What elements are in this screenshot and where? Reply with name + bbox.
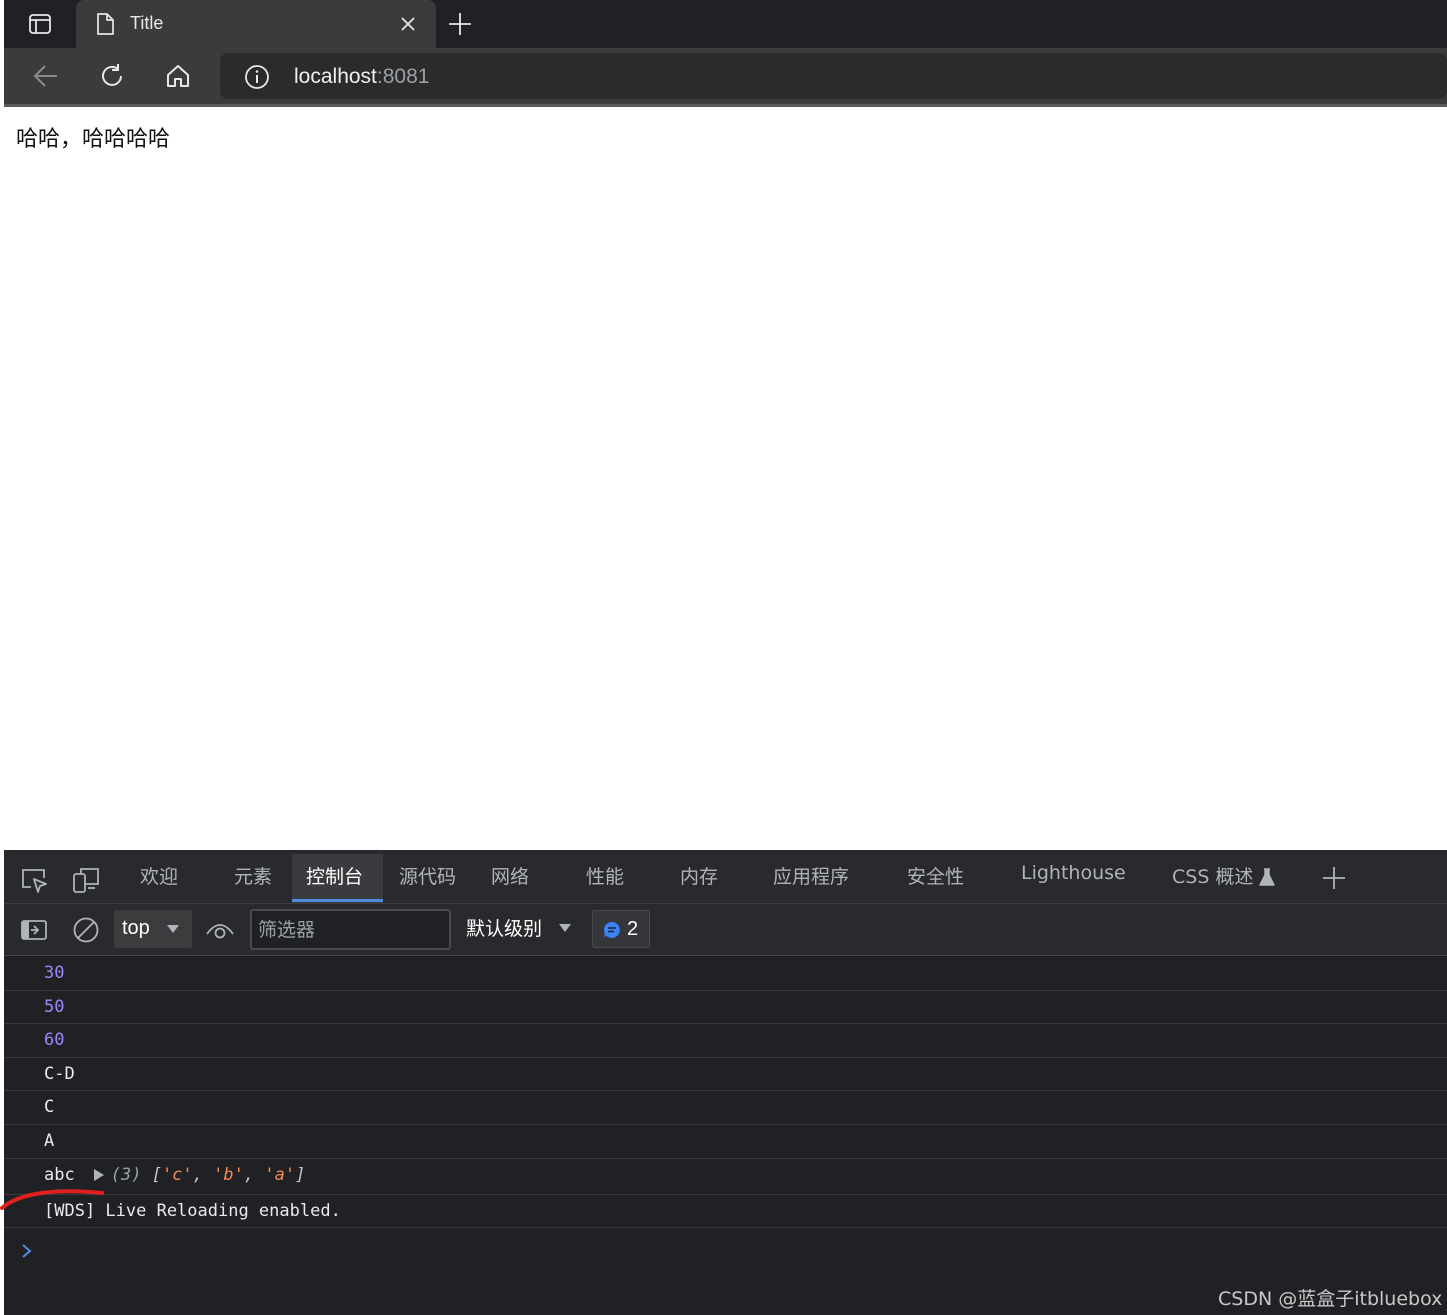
close-icon[interactable] xyxy=(398,14,418,34)
console-message: C xyxy=(4,1091,1447,1125)
devtools-panel: 欢迎 元素 控制台 源代码 网络 性能 内存 应用程序 安全性 Lighthou… xyxy=(4,850,1447,1315)
eye-icon xyxy=(206,924,234,939)
device-toggle-icon xyxy=(73,868,99,893)
console-message: [WDS] Live Reloading enabled. xyxy=(4,1195,1447,1229)
address-bar: localhost:8081 xyxy=(4,48,1447,104)
console-message: C-D xyxy=(4,1058,1447,1092)
browser-tab[interactable]: Title xyxy=(76,0,436,48)
dropdown-arrow-icon xyxy=(559,924,571,932)
clear-console-button[interactable] xyxy=(70,914,102,946)
new-tab-icon[interactable] xyxy=(446,10,474,38)
url-host: localhost xyxy=(294,65,377,88)
page-body-text: 哈哈，哈哈哈哈 xyxy=(16,127,171,152)
device-toolbar-button[interactable] xyxy=(70,864,102,896)
sidebar-toggle-icon xyxy=(21,920,47,940)
issues-counter-button[interactable]: 2 xyxy=(592,910,650,948)
tab-lighthouse[interactable]: Lighthouse xyxy=(1021,862,1126,884)
url-port: :8081 xyxy=(376,65,430,88)
array-length: (3) xyxy=(110,1164,142,1185)
chrome-divider xyxy=(4,104,1447,107)
back-button[interactable] xyxy=(30,60,62,92)
tab-sources[interactable]: 源代码 xyxy=(399,862,456,889)
log-level-selector[interactable]: 默认级别 xyxy=(466,914,571,946)
tab-console[interactable]: 控制台 xyxy=(306,862,363,889)
console-message: 30 xyxy=(4,957,1447,991)
console-sidebar-button[interactable] xyxy=(18,914,50,946)
tab-strip: Title xyxy=(4,0,1447,48)
array-item: 'c' xyxy=(161,1164,193,1185)
tab-title: Title xyxy=(130,13,164,33)
context-selector[interactable]: top xyxy=(114,910,192,948)
tab-application[interactable]: 应用程序 xyxy=(773,862,849,889)
inspect-element-button[interactable] xyxy=(18,864,50,896)
filter-input[interactable] xyxy=(250,909,451,950)
log-level-value: 默认级别 xyxy=(466,918,543,940)
array-item: 'a' xyxy=(264,1164,296,1185)
experiment-flask-icon xyxy=(1259,868,1275,886)
tab-elements[interactable]: 元素 xyxy=(234,862,272,889)
issues-count: 2 xyxy=(627,918,639,940)
context-value: top xyxy=(122,917,150,939)
inspect-icon xyxy=(22,869,47,893)
tab-security[interactable]: 安全性 xyxy=(907,862,964,889)
clear-console-icon xyxy=(73,917,99,943)
tab-css-overview[interactable]: CSS 概述 xyxy=(1172,862,1253,889)
console-prompt-chevron-icon[interactable] xyxy=(20,1243,34,1259)
red-underline-annotation xyxy=(0,1189,104,1210)
tab-memory[interactable]: 内存 xyxy=(680,862,718,889)
array-preview[interactable]: (3) ['c', 'b', 'a'] xyxy=(111,1165,306,1185)
tab-actions-button[interactable] xyxy=(20,8,60,40)
tab-actions-icon xyxy=(29,14,51,34)
document-icon xyxy=(97,13,114,35)
console-message: 50 xyxy=(4,991,1447,1025)
home-icon xyxy=(167,65,189,87)
console-message-array: abc (3) ['c', 'b', 'a'] xyxy=(4,1159,1447,1195)
watermark: CSDN @蓝盒子itbluebox xyxy=(1218,1288,1443,1310)
console-toolbar: top 默认级别 2 xyxy=(4,904,1447,956)
console-message: 60 xyxy=(4,1024,1447,1058)
refresh-icon xyxy=(102,64,122,86)
live-expression-button[interactable] xyxy=(204,916,236,944)
back-arrow-icon xyxy=(33,65,57,87)
info-icon[interactable] xyxy=(244,64,270,90)
home-button[interactable] xyxy=(162,60,194,92)
url-text: localhost:8081 xyxy=(294,65,429,89)
array-item: 'b' xyxy=(213,1164,244,1185)
message-bubble-icon xyxy=(603,922,620,938)
dropdown-arrow-icon xyxy=(167,925,179,933)
omnibox[interactable]: localhost:8081 xyxy=(220,53,1447,99)
console-output: 30 50 60 C-D C A abc (3) ['c', 'b', 'a'] … xyxy=(4,957,1447,1229)
refresh-button[interactable] xyxy=(96,60,128,92)
console-message: A xyxy=(4,1125,1447,1159)
tab-network[interactable]: 网络 xyxy=(491,862,529,889)
tab-welcome[interactable]: 欢迎 xyxy=(140,862,178,889)
devtools-tab-bar: 欢迎 元素 控制台 源代码 网络 性能 内存 应用程序 安全性 Lighthou… xyxy=(4,850,1447,904)
tab-performance[interactable]: 性能 xyxy=(586,862,624,889)
active-tab-indicator xyxy=(292,899,383,902)
more-tabs-plus-icon[interactable] xyxy=(1320,864,1348,892)
